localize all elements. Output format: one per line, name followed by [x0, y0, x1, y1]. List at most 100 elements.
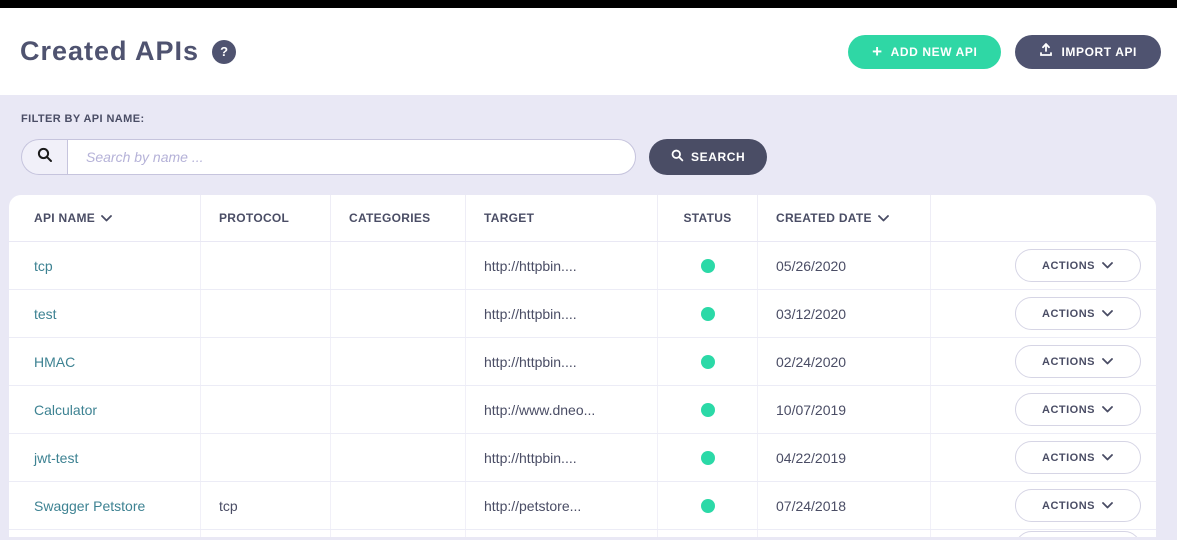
target-cell: http://www.dneo... [465, 386, 657, 433]
created-date-value: 05/26/2020 [776, 258, 846, 274]
status-cell [657, 290, 757, 337]
search-input[interactable] [67, 139, 636, 175]
column-header-status: STATUS [657, 195, 757, 241]
table-row: tcp http://httpbin.... 05/26/2020 ACTION… [9, 242, 1156, 290]
table-row-partial [9, 530, 1156, 537]
actions-button[interactable]: ACTIONS [1015, 441, 1141, 474]
question-mark-glyph: ? [220, 44, 228, 59]
categories-cell [330, 386, 465, 433]
chevron-down-icon [1102, 356, 1113, 368]
status-active-dot [701, 499, 715, 513]
target-value: http://httpbin.... [484, 258, 577, 274]
api-name-cell: test [9, 290, 200, 337]
target-cell: http://httpbin.... [465, 242, 657, 289]
target-value: http://httpbin.... [484, 450, 577, 466]
chevron-down-icon [101, 211, 112, 225]
protocol-cell: tcp [200, 482, 330, 529]
column-header-created-date[interactable]: CREATED DATE [757, 195, 930, 241]
column-header-target: TARGET [465, 195, 657, 241]
created-date-value: 04/22/2019 [776, 450, 846, 466]
created-date-value: 07/24/2018 [776, 498, 846, 514]
add-new-api-label: ADD NEW API [891, 45, 978, 59]
page-header: Created APIs ? + ADD NEW API IMPORT API [0, 8, 1177, 95]
target-cell: http://petstore... [465, 482, 657, 529]
status-cell [657, 386, 757, 433]
target-cell: http://httpbin.... [465, 338, 657, 385]
column-header-label: PROTOCOL [219, 211, 289, 225]
target-cell: http://httpbin.... [465, 290, 657, 337]
actions-cell: ACTIONS [930, 242, 1156, 289]
column-header-categories: CATEGORIES [330, 195, 465, 241]
target-value: http://httpbin.... [484, 306, 577, 322]
import-api-label: IMPORT API [1061, 45, 1137, 59]
search-button-icon [671, 149, 684, 165]
column-header-protocol: PROTOCOL [200, 195, 330, 241]
created-apis-table: API NAME PROTOCOL CATEGORIES TARGET STAT… [9, 195, 1156, 537]
filter-section: FILTER BY API NAME: SEARCH [0, 95, 1177, 175]
status-active-dot [701, 451, 715, 465]
table-row: jwt-test http://httpbin.... 04/22/2019 A… [9, 434, 1156, 482]
column-header-actions [930, 195, 1156, 241]
header-actions: + ADD NEW API IMPORT API [848, 35, 1161, 69]
status-cell [657, 482, 757, 529]
upload-icon [1039, 43, 1053, 60]
created-date-value: 02/24/2020 [776, 354, 846, 370]
status-cell [657, 338, 757, 385]
created-date-cell: 03/12/2020 [757, 290, 930, 337]
status-active-dot [701, 403, 715, 417]
api-name-link[interactable]: tcp [34, 258, 53, 274]
created-date-value: 03/12/2020 [776, 306, 846, 322]
actions-button-label: ACTIONS [1042, 260, 1095, 272]
status-cell [657, 434, 757, 481]
search-icon [37, 147, 53, 168]
api-name-link[interactable]: test [34, 306, 57, 322]
search-button-label: SEARCH [691, 150, 745, 164]
table-row: test http://httpbin.... 03/12/2020 ACTIO… [9, 290, 1156, 338]
api-name-link[interactable]: HMAC [34, 354, 75, 370]
actions-button-label: ACTIONS [1042, 308, 1095, 320]
column-header-api-name[interactable]: API NAME [9, 195, 200, 241]
filter-label: FILTER BY API NAME: [21, 113, 1177, 125]
help-icon[interactable]: ? [212, 40, 236, 64]
add-new-api-button[interactable]: + ADD NEW API [848, 35, 1001, 69]
actions-cell: ACTIONS [930, 482, 1156, 529]
categories-cell [330, 242, 465, 289]
import-api-button[interactable]: IMPORT API [1015, 35, 1161, 69]
chevron-down-icon [1102, 500, 1113, 512]
categories-cell [330, 482, 465, 529]
actions-button[interactable] [1015, 531, 1141, 537]
search-icon-box [21, 139, 67, 175]
protocol-cell [200, 242, 330, 289]
table-header-row: API NAME PROTOCOL CATEGORIES TARGET STAT… [9, 195, 1156, 242]
actions-button[interactable]: ACTIONS [1015, 393, 1141, 426]
created-date-cell: 10/07/2019 [757, 386, 930, 433]
protocol-cell [200, 386, 330, 433]
categories-cell [330, 290, 465, 337]
chevron-down-icon [878, 211, 889, 225]
actions-cell: ACTIONS [930, 290, 1156, 337]
api-name-link[interactable]: jwt-test [34, 450, 78, 466]
protocol-value: tcp [219, 498, 238, 514]
actions-button-label: ACTIONS [1042, 404, 1095, 416]
api-name-link[interactable]: Swagger Petstore [34, 498, 145, 514]
column-header-label: API NAME [34, 211, 95, 225]
table-row: HMAC http://httpbin.... 02/24/2020 ACTIO… [9, 338, 1156, 386]
protocol-cell [200, 290, 330, 337]
api-name-cell: Calculator [9, 386, 200, 433]
actions-button[interactable]: ACTIONS [1015, 489, 1141, 522]
column-header-label: CATEGORIES [349, 211, 430, 225]
status-cell [657, 242, 757, 289]
actions-button[interactable]: ACTIONS [1015, 297, 1141, 330]
search-row: SEARCH [21, 139, 1177, 175]
search-button[interactable]: SEARCH [649, 139, 767, 175]
actions-button[interactable]: ACTIONS [1015, 249, 1141, 282]
protocol-cell [200, 434, 330, 481]
protocol-cell [200, 338, 330, 385]
actions-button[interactable]: ACTIONS [1015, 345, 1141, 378]
actions-button-label: ACTIONS [1042, 356, 1095, 368]
chevron-down-icon [1102, 308, 1113, 320]
page-title: Created APIs [20, 36, 199, 67]
target-cell: http://httpbin.... [465, 434, 657, 481]
api-name-cell: jwt-test [9, 434, 200, 481]
api-name-link[interactable]: Calculator [34, 402, 97, 418]
